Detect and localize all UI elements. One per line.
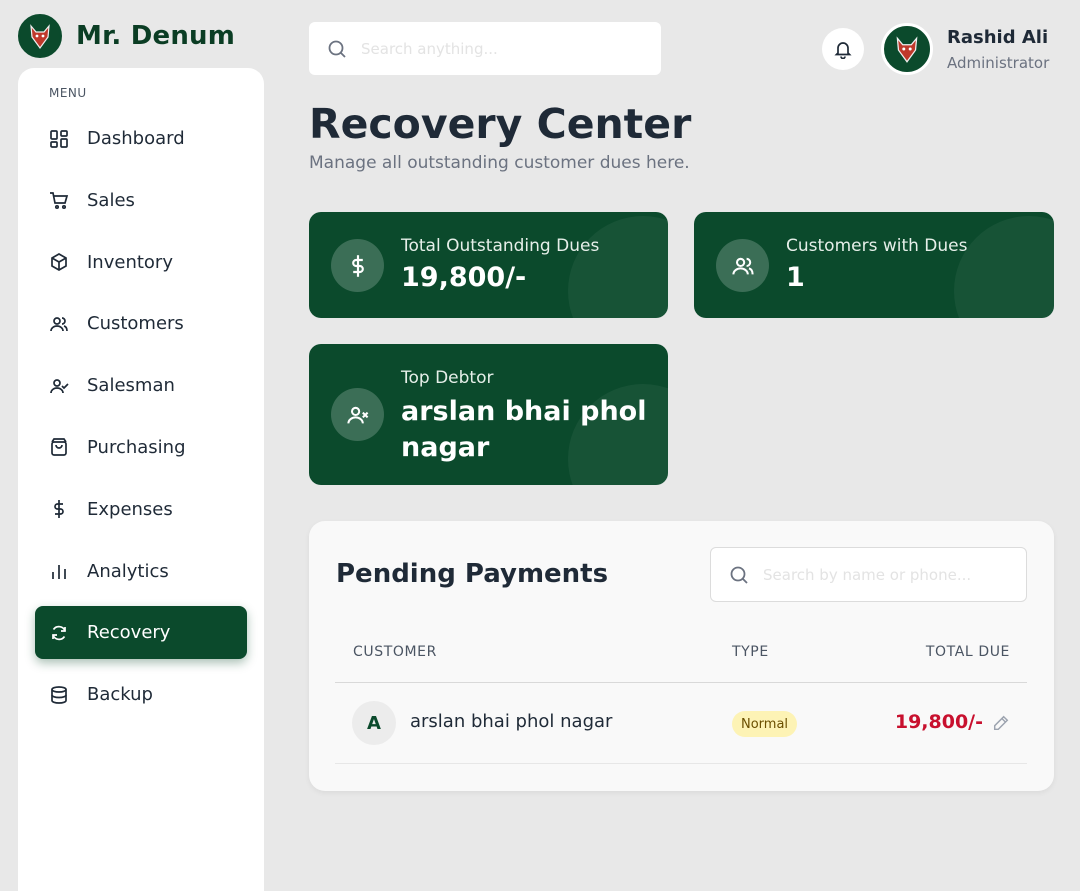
sidebar-item-label: Analytics: [87, 560, 169, 582]
sidebar-item-analytics[interactable]: Analytics: [35, 545, 247, 598]
search-input[interactable]: [763, 565, 1013, 584]
sidebar-item-label: Dashboard: [87, 128, 185, 149]
column-header-customer: CUSTOMER: [353, 644, 437, 660]
shopping-bag-icon: [51, 438, 67, 457]
total-due: 19,800/-: [894, 711, 983, 733]
stat-card-top-debtor: Top Debtor arslan bhai phol nagar: [309, 344, 668, 485]
stat-label: Total Outstanding Dues: [401, 236, 600, 256]
pending-search[interactable]: [710, 547, 1027, 602]
search-input[interactable]: [361, 39, 641, 58]
sidebar-item-salesman[interactable]: Salesman: [35, 359, 247, 412]
table-row[interactable]: A arslan bhai phol nagar Normal 19,800/-: [335, 683, 1027, 764]
bar-chart-icon: [52, 565, 66, 580]
column-header-total-due: TOTAL DUE: [925, 644, 1010, 660]
stat-card-customers-with-dues: Customers with Dues 1: [694, 212, 1054, 318]
sidebar-item-label: Salesman: [87, 375, 175, 397]
sidebar: MENU Dashboard Sales Inventory Customers…: [18, 68, 264, 891]
avatar[interactable]: [881, 23, 933, 75]
stat-label: Customers with Dues: [786, 236, 968, 256]
brand-name: Mr. Denum: [76, 21, 236, 51]
sidebar-item-inventory[interactable]: Inventory: [35, 236, 247, 289]
pencil-icon[interactable]: [992, 714, 1010, 732]
customer-name: arslan bhai phol nagar: [410, 711, 613, 732]
sidebar-item-purchasing[interactable]: Purchasing: [35, 421, 247, 474]
panel-title: Pending Payments: [336, 559, 609, 589]
sidebar-item-label: Sales: [87, 189, 135, 211]
page-title: Recovery Center: [309, 100, 692, 148]
menu-label: MENU: [49, 86, 87, 100]
users-icon: [50, 317, 68, 331]
dollar-icon: [331, 239, 384, 292]
type-badge: Normal: [732, 711, 798, 737]
wolf-logo-icon: [896, 36, 918, 63]
stat-value: 19,800/-: [401, 262, 527, 293]
user-name[interactable]: Rashid Ali: [947, 27, 1048, 48]
database-icon: [51, 685, 67, 704]
box-icon: [51, 253, 67, 272]
user-role: Administrator: [947, 54, 1050, 72]
sidebar-item-label: Expenses: [87, 498, 173, 520]
brand[interactable]: Mr. Denum: [18, 14, 235, 58]
customer-avatar: A: [352, 701, 396, 745]
sidebar-item-label: Recovery: [87, 622, 171, 644]
refresh-icon: [52, 625, 66, 641]
search-icon: [328, 40, 346, 58]
global-search[interactable]: [309, 22, 661, 75]
sidebar-item-label: Backup: [87, 684, 153, 706]
wolf-logo-icon: [18, 14, 62, 58]
stat-card-total-dues: Total Outstanding Dues 19,800/-: [309, 212, 668, 318]
stat-label: Top Debtor: [401, 368, 494, 388]
page-subtitle: Manage all outstanding customer dues her…: [309, 153, 690, 173]
sidebar-item-label: Inventory: [87, 251, 173, 273]
stat-value: 1: [786, 262, 805, 293]
sidebar-item-recovery[interactable]: Recovery: [35, 606, 247, 660]
sidebar-item-customers[interactable]: Customers: [35, 297, 247, 350]
user-check-icon: [50, 378, 69, 393]
cart-icon: [50, 192, 69, 210]
dollar-icon: [54, 500, 64, 519]
dashboard-grid-icon: [50, 129, 68, 148]
column-header-type: TYPE: [732, 644, 769, 660]
sidebar-item-backup[interactable]: Backup: [35, 668, 247, 721]
search-icon: [730, 566, 748, 584]
sidebar-item-dashboard[interactable]: Dashboard: [35, 112, 247, 165]
sidebar-item-expenses[interactable]: Expenses: [35, 483, 247, 536]
stat-value: arslan bhai phol nagar: [401, 396, 647, 463]
pending-payments-panel: Pending Payments CUSTOMER TYPE TOTAL DUE…: [309, 521, 1054, 791]
user-x-icon: [331, 388, 384, 441]
sidebar-item-label: Customers: [87, 313, 184, 335]
bell-icon: [834, 42, 852, 59]
sidebar-item-label: Purchasing: [87, 436, 186, 458]
users-icon: [716, 239, 769, 292]
sidebar-item-sales[interactable]: Sales: [35, 174, 247, 227]
notifications-button[interactable]: [822, 28, 864, 70]
